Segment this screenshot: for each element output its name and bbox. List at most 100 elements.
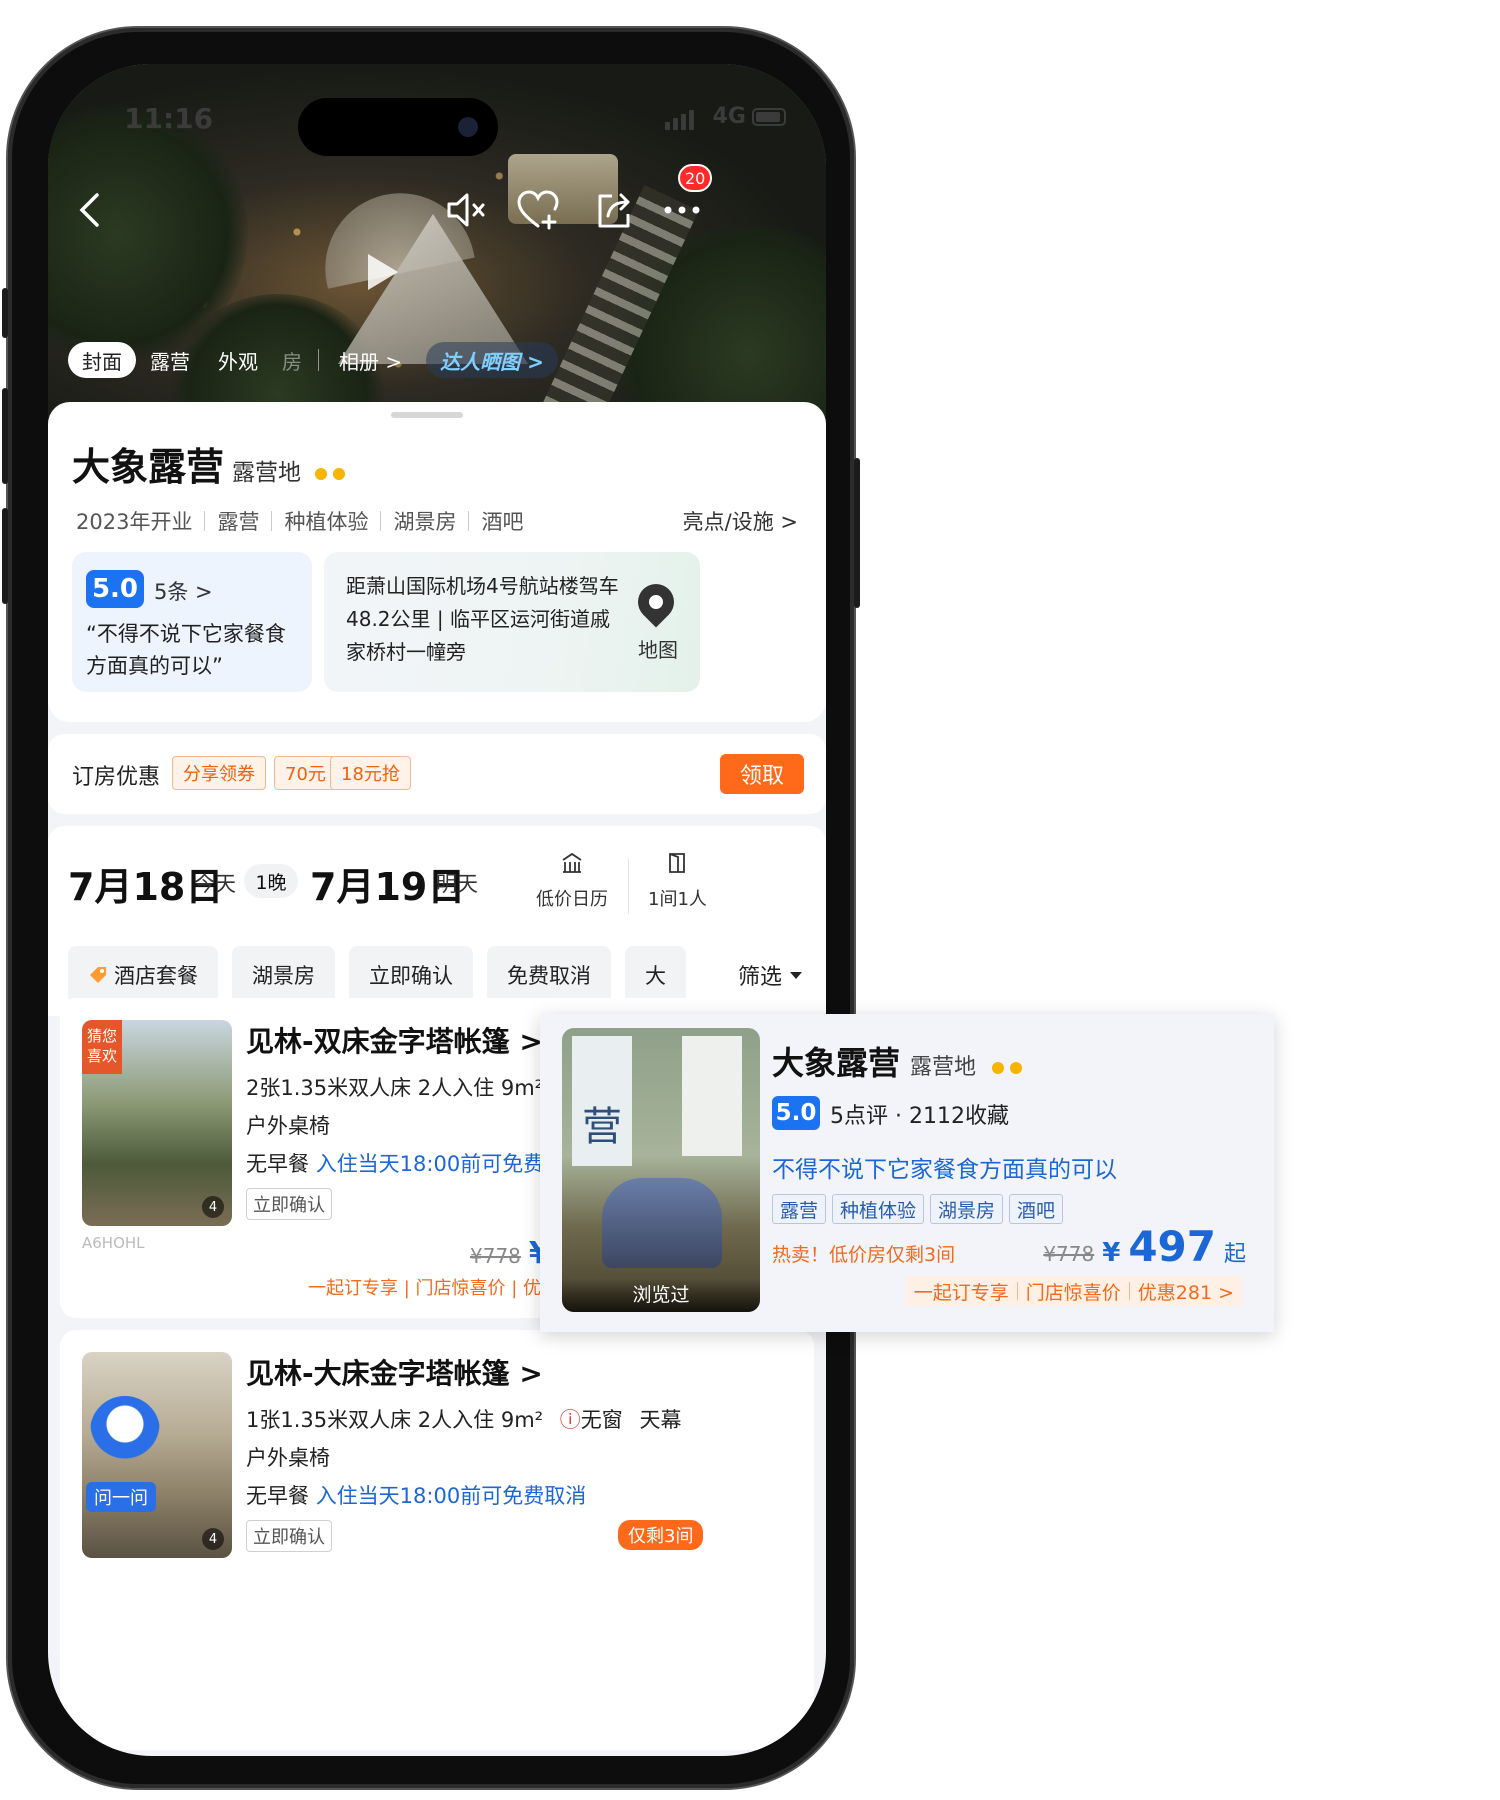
filter-hotel-package[interactable]: 酒店套餐 (68, 946, 218, 1004)
filter-lake-view[interactable]: 湖景房 (232, 946, 335, 1004)
popup-price: ¥778 ¥ 497 起 (1043, 1222, 1246, 1271)
highlights-link[interactable]: 亮点/设施 > (683, 506, 798, 536)
status-time: 11:16 (124, 102, 214, 135)
coupon-chip-share[interactable]: 分享领券 (172, 756, 266, 790)
promo-item: 门店惊喜价 (1025, 1281, 1121, 1304)
checkin-note: 今天 (194, 872, 236, 896)
recommend-badge: 猜您喜欢 (82, 1020, 122, 1074)
image-count: 4 (202, 1196, 224, 1218)
ask-button[interactable]: 问一问 (86, 1482, 156, 1512)
review-summary[interactable]: 5.0 5条 > “不得不说下它家餐食方面真的可以” (72, 552, 312, 692)
action-button (2, 288, 8, 338)
room-code: A6HOHL (82, 1234, 145, 1252)
battery-icon (752, 108, 786, 126)
room-facility: 户外桌椅 (246, 1114, 330, 1138)
popup-tag: 露营 (772, 1194, 827, 1224)
coupon-title: 订房优惠 (72, 765, 161, 790)
room-card[interactable]: 问一问 4 见林-大床金字塔帐篷 > 1张1.35米双人床 2人入住 9m² ⓘ… (60, 1330, 814, 1750)
promo-item: 优惠281 > (1137, 1281, 1234, 1304)
stock-badge: 仅剩3间 (618, 1520, 704, 1550)
back-arrow-icon[interactable] (64, 184, 116, 236)
room-title[interactable]: 见林-双床金字塔帐篷 > (246, 1020, 543, 1060)
tab-exterior[interactable]: 外观 (204, 342, 272, 378)
quick-filters: 酒店套餐 湖景房 立即确认 免费取消 大 (68, 946, 686, 1004)
play-icon[interactable] (368, 254, 398, 290)
map-pin-icon[interactable] (630, 576, 682, 628)
filter-button[interactable]: 筛选 (717, 946, 802, 1004)
coupon-chip-70[interactable]: 70元 (274, 756, 337, 790)
room-image[interactable]: 问一问 4 (82, 1352, 232, 1558)
map-label[interactable]: 地图 (638, 634, 678, 663)
popup-tag: 湖景房 (930, 1194, 1004, 1224)
room-extra: 天幕 (639, 1408, 682, 1432)
review-count[interactable]: 5条 > (154, 576, 213, 606)
date-card: 7月18日 今天 1晚 7月19日 明天 低价日历 1间1人 酒店套餐 湖景房 … (48, 826, 826, 1016)
banner-right (682, 1036, 742, 1156)
power-button (854, 458, 860, 608)
coupon-chip-18[interactable]: 18元抢 (330, 756, 411, 790)
tab-camping[interactable]: 露营 (136, 342, 204, 378)
room-image[interactable]: 猜您喜欢 4 (82, 1020, 232, 1226)
room-policy: 无早餐 入住当天18:00前可免费 (246, 1148, 544, 1178)
popup-image[interactable]: 营 浏览过 (562, 1028, 760, 1312)
tab-cover[interactable]: 封面 (68, 342, 136, 378)
hotel-title: 大象露营 露营地 (72, 436, 346, 491)
hero-tabs: 封面 露营 外观 房 相册 > 达人晒图 > (68, 342, 558, 378)
room-cancel: 入住当天18:00前可免费 (315, 1152, 545, 1176)
coupon-card: 订房优惠 分享领券 70元 18元抢 领取 (48, 734, 826, 814)
notification-badge: 20 (678, 164, 713, 192)
rating-dots-icon (992, 1062, 1023, 1074)
person-figure (602, 1178, 722, 1268)
low-price-calendar[interactable]: 低价日历 (536, 852, 608, 911)
room-meal: 无早餐 (246, 1152, 309, 1176)
room-cancel: 入住当天18:00前可免费取消 (315, 1484, 587, 1508)
volume-up-button (2, 388, 8, 484)
claim-button[interactable]: 领取 (720, 754, 804, 794)
popup-price-suffix: 起 (1223, 1242, 1246, 1267)
app-screen: 11:16 4G 20 封面 露营 外观 房 相册 > 达人晒图 > 大象露营 … (48, 64, 826, 1756)
sheet-grabber[interactable] (391, 412, 463, 418)
warning-icon: ⓘ (559, 1408, 581, 1432)
guest-selector[interactable]: 1间1人 (648, 852, 707, 911)
hotel-tags: 2023年开业 露营 种植体验 湖景房 酒吧 (76, 506, 523, 536)
network-type: 4G (712, 104, 746, 129)
room-title[interactable]: 见林-大床金字塔帐篷 > (246, 1352, 543, 1392)
room-meal: 无早餐 (246, 1484, 309, 1508)
mute-icon[interactable] (440, 184, 492, 236)
status-bar: 11:16 4G (48, 98, 826, 156)
popup-title: 大象露营 露营地 (772, 1038, 1023, 1084)
recently-viewed-card[interactable]: 营 浏览过 大象露营 露营地 5.0 5点评 · 2112收藏 不得不说下它家餐… (540, 1014, 1274, 1332)
tab-album[interactable]: 相册 > (325, 342, 416, 378)
hotel-tag: 种植体验 (284, 510, 369, 534)
calendar-label: 低价日历 (536, 889, 608, 910)
favorite-icon[interactable] (512, 184, 564, 236)
popup-score: 5.0 (772, 1096, 820, 1130)
share-icon[interactable] (588, 184, 640, 236)
popup-quote: 不得不说下它家餐食方面真的可以 (772, 1157, 1117, 1183)
filter-instant-confirm[interactable]: 立即确认 (349, 946, 473, 1004)
filter-more[interactable]: 大 (625, 946, 686, 1004)
popup-old-price: ¥778 (1043, 1242, 1095, 1266)
door-icon (669, 853, 686, 873)
popup-promo[interactable]: 一起订专享 门店惊喜价 优惠281 > (905, 1276, 1242, 1306)
guest-label: 1间1人 (648, 889, 707, 910)
tab-influencer-photos[interactable]: 达人晒图 > (426, 342, 558, 378)
hotel-name: 大象露营 (72, 445, 225, 489)
calendar-icon (562, 852, 582, 873)
promo-item: 一起订专享 (913, 1281, 1009, 1304)
confirm-tag: 立即确认 (246, 1188, 332, 1220)
popup-currency: ¥ (1102, 1238, 1121, 1268)
room-window: 无窗 (580, 1408, 623, 1432)
popup-hotel-type: 露营地 (910, 1055, 977, 1080)
hotel-tag: 2023年开业 (76, 510, 193, 534)
dynamic-island (298, 98, 498, 156)
volume-down-button (2, 508, 8, 604)
signal-icon (665, 110, 694, 130)
popup-hot-sale: 热卖！低价房仅剩3间 (772, 1244, 956, 1266)
address-box[interactable]: 距萧山国际机场4号航站楼驾车48.2公里 | 临平区运河街道戚家桥村一幢旁 地图 (324, 552, 700, 692)
popup-stats: 5点评 · 2112收藏 (830, 1104, 1009, 1129)
tab-room[interactable]: 房 (272, 342, 312, 378)
room-facility: 户外桌椅 (246, 1446, 330, 1470)
filter-free-cancel[interactable]: 免费取消 (487, 946, 611, 1004)
assistant-avatar-icon[interactable] (90, 1396, 160, 1466)
